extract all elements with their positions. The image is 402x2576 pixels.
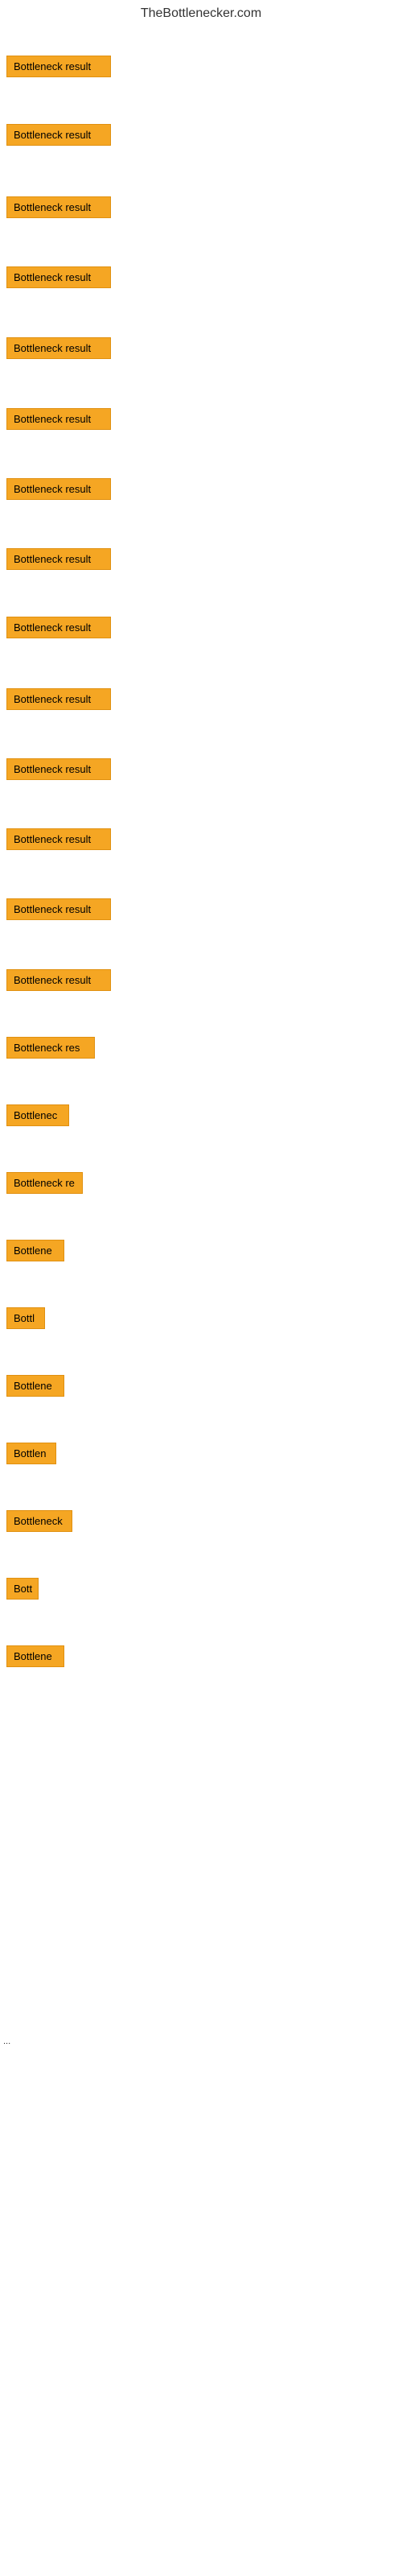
list-item[interactable]: Bottleneck — [6, 1510, 402, 1532]
bottleneck-badge[interactable]: Bottleneck res — [6, 1037, 95, 1059]
list-item[interactable]: Bottlenec — [6, 1104, 402, 1126]
site-title: TheBottlenecker.com — [0, 0, 402, 24]
list-item[interactable]: Bottleneck res — [6, 1037, 402, 1059]
bottleneck-badge[interactable]: Bottleneck result — [6, 408, 111, 430]
bottleneck-badge[interactable]: Bottlen — [6, 1443, 56, 1464]
list-item[interactable]: Bottleneck result — [6, 408, 402, 430]
bottleneck-badge[interactable]: Bottleneck result — [6, 688, 111, 710]
list-item[interactable]: Bottlene — [6, 1240, 402, 1261]
bottleneck-badge[interactable]: Bottleneck result — [6, 758, 111, 780]
list-item[interactable]: Bottlene — [6, 1375, 402, 1397]
bottleneck-badge[interactable]: Bottlenec — [6, 1104, 69, 1126]
list-item[interactable]: Bottl — [6, 1307, 402, 1329]
bottleneck-badge[interactable]: Bottleneck result — [6, 828, 111, 850]
list-item[interactable]: Bottleneck result — [6, 266, 402, 288]
bottleneck-badge[interactable]: Bottleneck result — [6, 124, 111, 146]
bottleneck-badge[interactable]: Bottleneck result — [6, 617, 111, 638]
bottleneck-badge[interactable]: Bottleneck result — [6, 478, 111, 500]
bottleneck-badge[interactable]: Bott — [6, 1578, 39, 1600]
list-item[interactable]: Bottleneck result — [6, 478, 402, 500]
list-item[interactable]: Bott — [6, 1578, 402, 1600]
bottleneck-badge[interactable]: Bottlene — [6, 1645, 64, 1667]
bottleneck-badge[interactable]: Bottleneck — [6, 1510, 72, 1532]
list-item[interactable]: Bottleneck result — [6, 617, 402, 638]
bottleneck-badge[interactable]: Bottleneck result — [6, 548, 111, 570]
list-item[interactable]: Bottleneck result — [6, 337, 402, 359]
bottleneck-badge[interactable]: Bottleneck result — [6, 56, 111, 77]
list-item[interactable]: Bottleneck result — [6, 758, 402, 780]
bottleneck-badge[interactable]: Bottleneck result — [6, 196, 111, 218]
bottleneck-badge[interactable]: Bottleneck re — [6, 1172, 83, 1194]
bottleneck-badge[interactable]: Bottl — [6, 1307, 45, 1329]
bottleneck-badge[interactable]: Bottlene — [6, 1375, 64, 1397]
list-item[interactable]: Bottleneck result — [6, 548, 402, 570]
ellipsis-indicator: ... — [3, 2037, 10, 2046]
list-item[interactable]: Bottlene — [6, 1645, 402, 1667]
list-item[interactable]: Bottleneck result — [6, 124, 402, 146]
list-item[interactable]: Bottleneck result — [6, 196, 402, 218]
bottleneck-badge[interactable]: Bottleneck result — [6, 969, 111, 991]
list-item[interactable]: Bottlen — [6, 1443, 402, 1464]
list-item[interactable]: Bottleneck result — [6, 688, 402, 710]
list-item[interactable]: Bottleneck result — [6, 828, 402, 850]
list-item[interactable]: Bottleneck re — [6, 1172, 402, 1194]
list-item[interactable]: Bottleneck result — [6, 969, 402, 991]
bottleneck-badge[interactable]: Bottleneck result — [6, 266, 111, 288]
list-item[interactable]: Bottleneck result — [6, 898, 402, 920]
bottleneck-badge[interactable]: Bottleneck result — [6, 337, 111, 359]
bottleneck-badge[interactable]: Bottleneck result — [6, 898, 111, 920]
list-item[interactable]: Bottleneck result — [6, 56, 402, 77]
items-container: Bottleneck result Bottleneck result Bottle… — [0, 24, 402, 1667]
bottleneck-badge[interactable]: Bottlene — [6, 1240, 64, 1261]
